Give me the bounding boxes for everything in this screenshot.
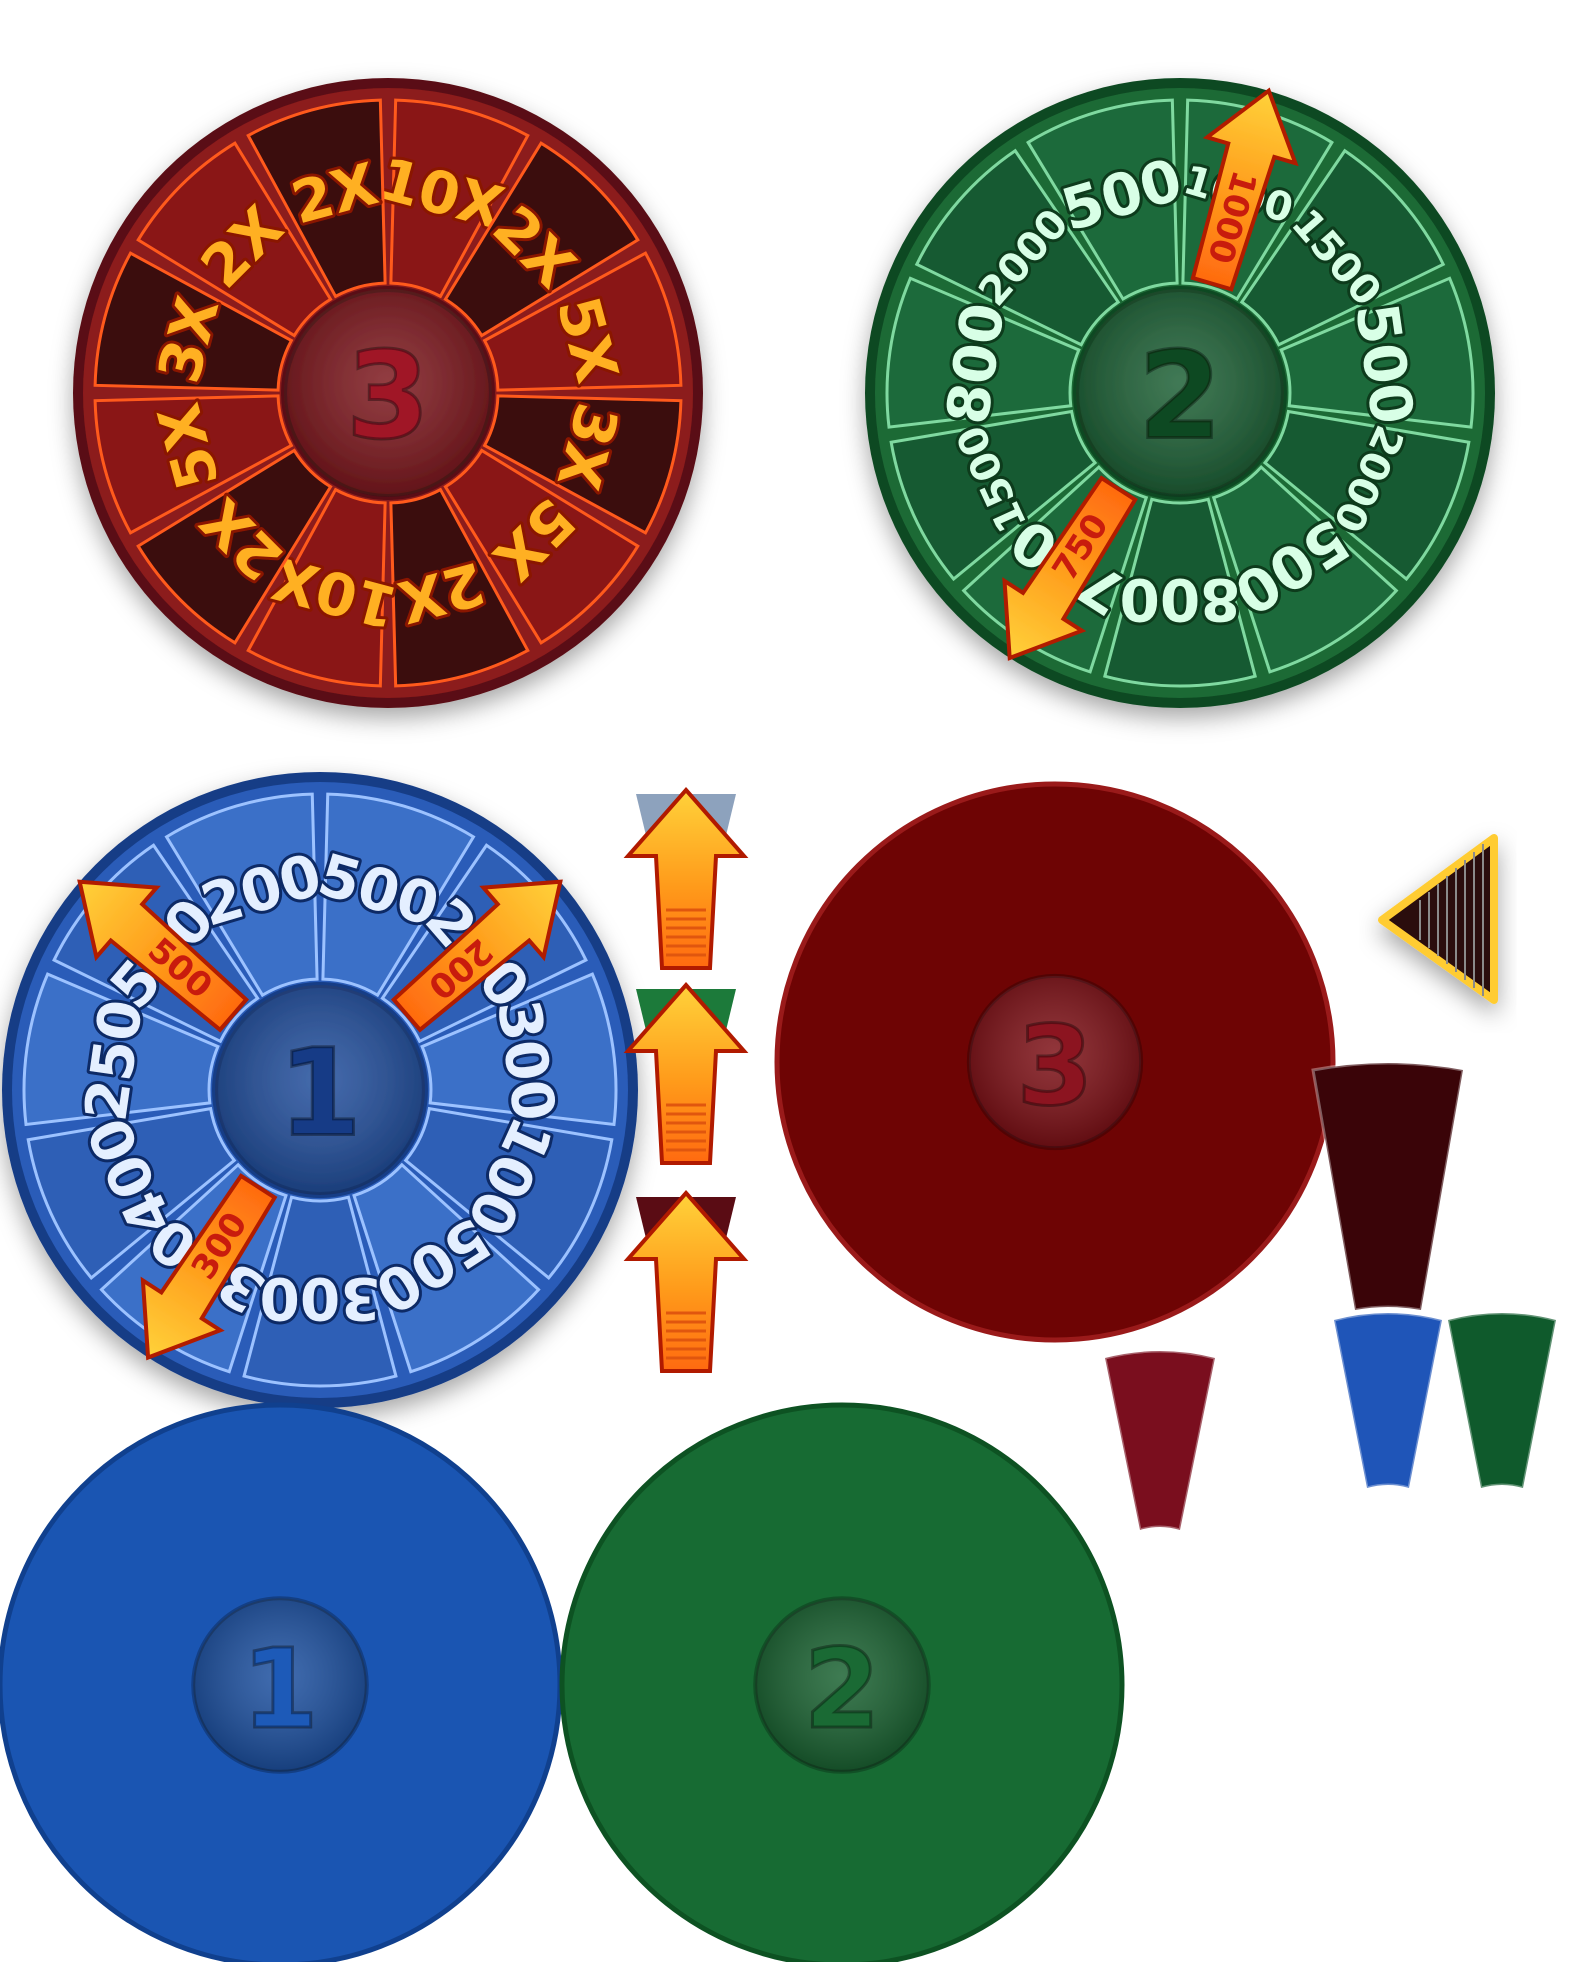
- flapper-green-sprite: [1446, 1311, 1558, 1490]
- wheel2-wheel[interactable]: 1000150050020005008007501500800200050010…: [865, 78, 1495, 708]
- flapper-blue-shape: [1332, 1311, 1444, 1490]
- arrow-slate-sprite: [623, 786, 749, 970]
- disc3-blank-wheel: 3: [774, 781, 1336, 1343]
- disc3-hub-number: 3: [1017, 1002, 1094, 1130]
- flapper-dark-shape: [1311, 1061, 1465, 1312]
- triangle-marker-sprite: [1378, 834, 1498, 1004]
- wheel2-segment-label: 800: [1119, 565, 1240, 633]
- wheel1-wheel[interactable]: 5002003001005003003004002505002002003005…: [2, 772, 638, 1408]
- wheel2-hub-number: 2: [1138, 328, 1222, 467]
- wheel1-hub-number: 1: [278, 1025, 362, 1164]
- disc1-blank-wheel: 1: [0, 1402, 563, 1962]
- disc2-hub-number: 2: [804, 1625, 881, 1753]
- sprite-sheet: 10X2X5X3X5X2X10X2X5X3X2X2X31000150050020…: [0, 78, 1558, 1962]
- arrow-maroon-sprite: [623, 1189, 749, 1373]
- wheel3-wheel[interactable]: 10X2X5X3X5X2X10X2X5X3X2X2X3: [73, 78, 703, 708]
- disc2-blank-wheel: 2: [559, 1402, 1125, 1962]
- flapper-red-shape: [1103, 1349, 1217, 1532]
- flapper-red-sprite: [1103, 1349, 1217, 1532]
- arrow-green-sprite: [623, 981, 749, 1165]
- wheel1-segment-label: 300: [259, 1264, 380, 1332]
- flapper-dark-sprite: [1311, 1061, 1465, 1312]
- flapper-green-shape: [1446, 1311, 1558, 1490]
- flapper-blue-sprite: [1332, 1311, 1444, 1490]
- disc1-hub-number: 1: [242, 1625, 319, 1753]
- wheel3-hub-number: 3: [346, 328, 430, 467]
